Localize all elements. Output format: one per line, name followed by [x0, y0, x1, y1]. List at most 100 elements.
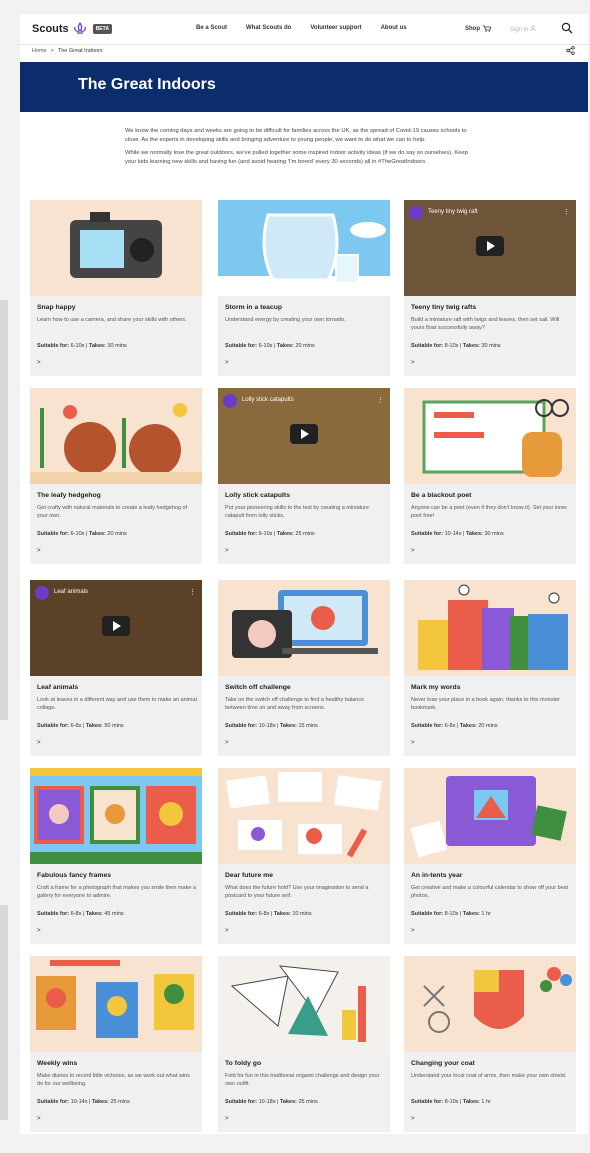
activity-card[interactable]: Fabulous fancy frames Craft a frame for a… [30, 768, 202, 944]
breadcrumb-home[interactable]: Home [32, 48, 47, 54]
main-nav: Be a Scout What Scouts do Volunteer supp… [196, 25, 426, 31]
play-button-icon[interactable] [290, 424, 318, 444]
activity-title[interactable]: Changing your coat [411, 1060, 475, 1067]
activity-title[interactable]: Mark my words [411, 684, 460, 691]
intro-paragraph-2: While we normally love the great outdoor… [125, 150, 468, 165]
activity-thumbnail[interactable] [218, 580, 390, 676]
activity-title[interactable]: Teeny tiny twig rafts [411, 304, 476, 311]
activity-thumbnail[interactable] [30, 388, 202, 484]
scouts-logo[interactable]: Scouts BETA [32, 22, 112, 36]
hero-banner: The Great Indoors [20, 62, 588, 112]
activity-card[interactable]: Lolly stick catapults ⋮ Lolly stick catapu… [218, 388, 390, 564]
activity-thumbnail[interactable] [404, 956, 576, 1052]
more-options-icon[interactable]: ⋮ [189, 588, 196, 596]
activity-title[interactable]: Snap happy [37, 304, 76, 311]
background-panel [0, 300, 8, 720]
activity-title[interactable]: The leafy hedgehog [37, 492, 101, 499]
chevron-right-icon[interactable]: > [225, 548, 229, 554]
more-options-icon[interactable]: ⋮ [377, 396, 384, 404]
activity-card[interactable]: Teeny tiny twig raft ⋮ Teeny tiny twig raf… [404, 200, 576, 376]
activity-description: Fold for fun in this traditional origami… [225, 1073, 380, 1087]
activity-title[interactable]: To foldy go [225, 1060, 261, 1067]
activity-thumbnail[interactable] [404, 580, 576, 676]
activity-thumbnail[interactable]: Leaf animals ⋮ [30, 580, 202, 676]
chevron-right-icon[interactable]: > [37, 740, 41, 746]
nav-what-scouts-do[interactable]: What Scouts do [246, 25, 291, 31]
activity-title[interactable]: Storm in a teacup [225, 304, 282, 311]
activity-thumbnail[interactable] [30, 956, 202, 1052]
chevron-right-icon[interactable]: > [411, 360, 415, 366]
activity-meta: Suitable for: 6-10s | Takes: 30 mins [37, 343, 127, 349]
activity-illustration [30, 768, 202, 864]
activity-illustration [410, 776, 567, 858]
chevron-right-icon[interactable]: > [225, 360, 229, 366]
activity-title[interactable]: Lolly stick catapults [225, 492, 290, 499]
activity-illustration [218, 956, 390, 1052]
chevron-right-icon[interactable]: > [411, 1116, 415, 1122]
activity-description: Understand energy by creating your own t… [225, 317, 346, 323]
activity-thumbnail[interactable] [30, 200, 202, 296]
activity-title[interactable]: Weekly wins [37, 1060, 77, 1067]
activity-card[interactable]: Storm in a teacup Understand energy by cr… [218, 200, 390, 376]
more-options-icon[interactable]: ⋮ [563, 208, 570, 216]
activity-card[interactable]: Mark my words Never lose your place in a … [404, 580, 576, 756]
activity-thumbnail[interactable] [30, 768, 202, 864]
play-button-icon[interactable] [102, 616, 130, 636]
sign-in-link[interactable]: Sign in [510, 25, 536, 33]
activity-title[interactable]: An in-tents year [411, 872, 462, 879]
chevron-right-icon[interactable]: > [37, 548, 41, 554]
activity-description: Anyone can be a poet (even if they don't… [411, 505, 568, 519]
chevron-right-icon[interactable]: > [225, 928, 229, 934]
activity-thumbnail[interactable] [404, 768, 576, 864]
activity-title[interactable]: Dear future me [225, 872, 273, 879]
activity-thumbnail[interactable] [218, 956, 390, 1052]
search-icon[interactable] [561, 22, 573, 34]
background-panel [0, 905, 8, 1120]
activity-meta: Suitable for: 6-8s | Takes: 20 mins [411, 723, 498, 729]
activity-illustration [70, 212, 162, 278]
activity-illustration [218, 213, 390, 296]
chevron-right-icon[interactable]: > [37, 360, 41, 366]
activity-card[interactable]: Switch off challenge Take on the switch o… [218, 580, 390, 756]
chevron-right-icon[interactable]: > [411, 740, 415, 746]
activity-title[interactable]: Be a blackout poet [411, 492, 471, 499]
nav-volunteer-support[interactable]: Volunteer support [310, 25, 361, 31]
activity-thumbnail[interactable] [218, 200, 390, 296]
activity-card[interactable]: Be a blackout poet Anyone can be a poet (… [404, 388, 576, 564]
chevron-right-icon[interactable]: > [37, 1116, 41, 1122]
share-icon[interactable] [566, 46, 575, 55]
activity-description: Get creative and make a colourful calend… [411, 885, 569, 899]
activity-card[interactable]: Snap happy Learn how to use a camera, and… [30, 200, 202, 376]
nav-about-us[interactable]: About us [381, 25, 407, 31]
page: Scouts BETA Be a Scout What Scouts do Vo… [20, 14, 588, 1134]
nav-be-a-scout[interactable]: Be a Scout [196, 25, 227, 31]
chevron-right-icon[interactable]: > [411, 548, 415, 554]
activity-title[interactable]: Switch off challenge [225, 684, 291, 691]
shop-link[interactable]: Shop [465, 25, 491, 32]
activity-card[interactable]: The leafy hedgehog Get crafty with natura… [30, 388, 202, 564]
activity-card[interactable]: An in-tents year Get creative and make a … [404, 768, 576, 944]
activity-card[interactable]: To foldy go Fold for fun in this traditio… [218, 956, 390, 1132]
play-button-icon[interactable] [476, 236, 504, 256]
activity-thumbnail[interactable] [404, 388, 576, 484]
activity-card[interactable]: Dear future me What does the future hold?… [218, 768, 390, 944]
page-title: The Great Indoors [78, 76, 216, 93]
activity-thumbnail[interactable]: Lolly stick catapults ⋮ [218, 388, 390, 484]
activity-meta: Suitable for: 6-8s | Takes: 50 mins [37, 723, 124, 729]
top-navigation: Scouts BETA Be a Scout What Scouts do Vo… [20, 14, 588, 44]
activity-card[interactable]: Changing your coat Understand your local … [404, 956, 576, 1132]
activity-thumbnail[interactable] [218, 768, 390, 864]
chevron-right-icon[interactable]: > [411, 928, 415, 934]
activity-title[interactable]: Leaf animals [37, 684, 78, 691]
chevron-right-icon[interactable]: > [225, 740, 229, 746]
activity-description: Get crafty with natural materials to cre… [37, 505, 188, 519]
activity-title[interactable]: Fabulous fancy frames [37, 872, 111, 879]
activity-thumbnail[interactable]: Teeny tiny twig raft ⋮ [404, 200, 576, 296]
activity-card[interactable]: Leaf animals ⋮ Leaf animals Look at leaves … [30, 580, 202, 756]
activity-description: Look at leaves in a different way and us… [37, 697, 197, 711]
activity-card[interactable]: Weekly wins Make diaries to record little… [30, 956, 202, 1132]
chevron-right-icon[interactable]: > [225, 1116, 229, 1122]
intro-paragraph-1: We know the coming days and weeks are go… [125, 128, 467, 143]
chevron-right-icon[interactable]: > [37, 928, 41, 934]
activity-illustration [226, 772, 382, 858]
